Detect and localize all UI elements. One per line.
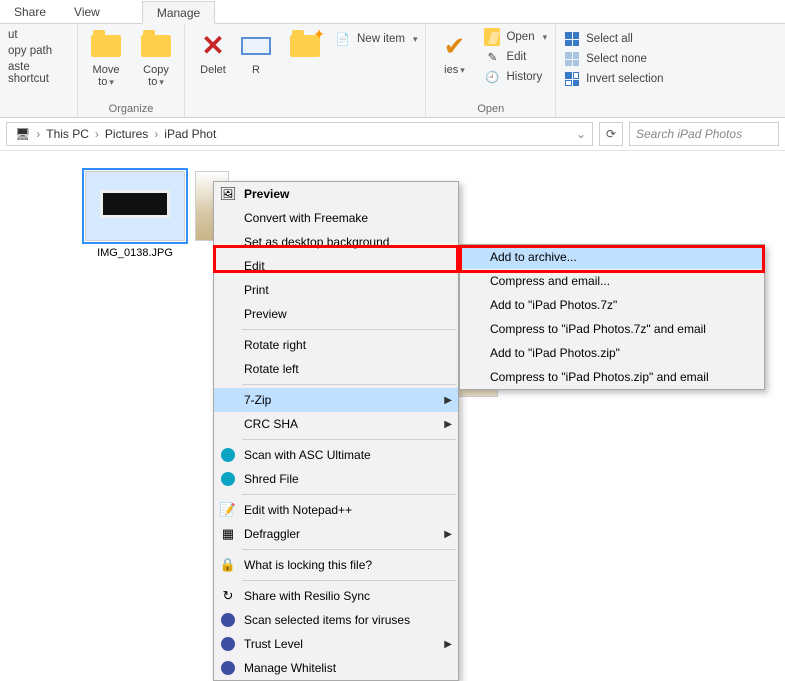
copy-to-button[interactable]: Copy to▾ [134,28,178,88]
open-button[interactable]: Open▾ [482,28,549,46]
submenu-add-to-archive[interactable]: Add to archive... [460,245,764,269]
file-thumbnail[interactable]: IMG_0138.JPG [80,171,190,259]
folder-icon [141,35,171,57]
group-organize-label: Organize [84,101,178,115]
breadcrumb-this-pc[interactable]: This PC [42,127,93,141]
menu-scan-viruses[interactable]: Scan selected items for viruses [214,608,458,632]
history-icon: 🕘 [484,69,500,85]
shred-icon [220,471,236,487]
history-button[interactable]: 🕘History [482,68,549,86]
preview-icon: 🖼 [220,186,236,202]
menu-notepadpp[interactable]: 📝Edit with Notepad++ [214,498,458,522]
file-name-label: IMG_0138.JPG [80,247,190,259]
tab-manage[interactable]: Manage [142,1,215,24]
sparkle-icon: ✦ [313,26,325,43]
ribbon: ut opy path aste shortcut Move to▾ Copy … [0,24,785,118]
menu-crc-sha[interactable]: CRC SHA▶ [214,412,458,436]
menu-set-desktop-bg[interactable]: Set as desktop background [214,230,458,254]
refresh-icon: ⟳ [606,127,616,141]
breadcrumb-pc-icon: 🖥 [11,127,34,141]
resilio-icon: ↻ [220,588,236,604]
context-menu: 🖼Preview Convert with Freemake Set as de… [213,181,459,681]
rename-button[interactable]: R [241,28,271,76]
menu-print[interactable]: Print [214,278,458,302]
menu-scan-asc[interactable]: Scan with ASC Ultimate [214,443,458,467]
breadcrumb-pictures[interactable]: Pictures [101,127,152,141]
paste-shortcut-button[interactable]: aste shortcut [6,60,71,86]
submenu-arrow-icon: ▶ [444,395,452,406]
submenu-compress-7z-email[interactable]: Compress to "iPad Photos.7z" and email [460,317,764,341]
rename-icon [241,37,271,55]
cut-button[interactable]: ut [6,28,71,42]
thumbnail-image [85,171,185,241]
submenu-compress-and-email[interactable]: Compress and email... [460,269,764,293]
copy-path-button[interactable]: opy path [6,44,71,58]
menu-rotate-right[interactable]: Rotate right [214,333,458,357]
properties-button[interactable]: ✔ ies▾ [432,28,476,86]
check-icon: ✔ [444,31,466,62]
select-none-icon [565,52,579,66]
submenu-arrow-icon: ▶ [444,639,452,650]
edit-button[interactable]: ✎Edit [482,48,549,66]
address-bar: 🖥› This PC› Pictures› iPad Phot ⌄ ⟳ Sear… [0,118,785,151]
menu-rotate-left[interactable]: Rotate left [214,357,458,381]
menu-edit[interactable]: Edit [214,254,458,278]
search-input[interactable]: Search iPad Photos [629,122,779,146]
tab-view[interactable]: View [60,1,114,22]
select-none-button[interactable]: Select none [562,50,665,68]
group-open-label: Open [432,101,549,115]
menu-preview2[interactable]: Preview [214,302,458,326]
submenu-arrow-icon: ▶ [444,529,452,540]
whitelist-icon [220,660,236,676]
select-all-icon [565,32,579,46]
trust-icon [220,636,236,652]
menu-shred-file[interactable]: Shred File [214,467,458,491]
open-icon [484,28,500,46]
delete-button[interactable]: ✕ Delet [191,28,235,76]
menu-resilio[interactable]: ↻Share with Resilio Sync [214,584,458,608]
new-item-button[interactable]: 📄 New item▾ [333,30,419,48]
submenu-add-7z[interactable]: Add to "iPad Photos.7z" [460,293,764,317]
submenu-arrow-icon: ▶ [444,419,452,430]
lock-icon: 🔒 [220,557,236,573]
move-to-button[interactable]: Move to▾ [84,28,128,88]
folder-icon [91,35,121,57]
menu-defraggler[interactable]: ▦Defraggler▶ [214,522,458,546]
invert-selection-button[interactable]: Invert selection [562,70,665,88]
new-folder-button[interactable]: ✦ [283,28,327,64]
tab-share[interactable]: Share [0,1,60,22]
menu-7zip[interactable]: 7-Zip▶ [214,388,458,412]
submenu-compress-zip-email[interactable]: Compress to "iPad Photos.zip" and email [460,365,764,389]
select-all-button[interactable]: Select all [562,30,665,48]
breadcrumb-folder[interactable]: iPad Phot [160,127,220,141]
context-submenu-7zip: Add to archive... Compress and email... … [459,244,765,390]
menu-manage-whitelist[interactable]: Manage Whitelist [214,656,458,680]
notepadpp-icon: 📝 [220,502,236,518]
new-item-icon: 📄 [335,31,351,47]
refresh-button[interactable]: ⟳ [599,122,623,146]
menu-trust-level[interactable]: Trust Level▶ [214,632,458,656]
defraggler-icon: ▦ [220,526,236,542]
invert-selection-icon [565,72,579,86]
menu-what-locking[interactable]: 🔒What is locking this file? [214,553,458,577]
antivirus-icon [220,612,236,628]
breadcrumb[interactable]: 🖥› This PC› Pictures› iPad Phot ⌄ [6,122,593,146]
asc-icon [220,447,236,463]
menu-convert-freemake[interactable]: Convert with Freemake [214,206,458,230]
breadcrumb-dropdown-icon[interactable]: ⌄ [574,127,588,141]
delete-icon: ✕ [201,32,224,60]
menu-preview[interactable]: 🖼Preview [214,182,458,206]
submenu-add-zip[interactable]: Add to "iPad Photos.zip" [460,341,764,365]
edit-icon: ✎ [484,49,500,65]
ribbon-tabs: Share View Manage [0,0,785,24]
